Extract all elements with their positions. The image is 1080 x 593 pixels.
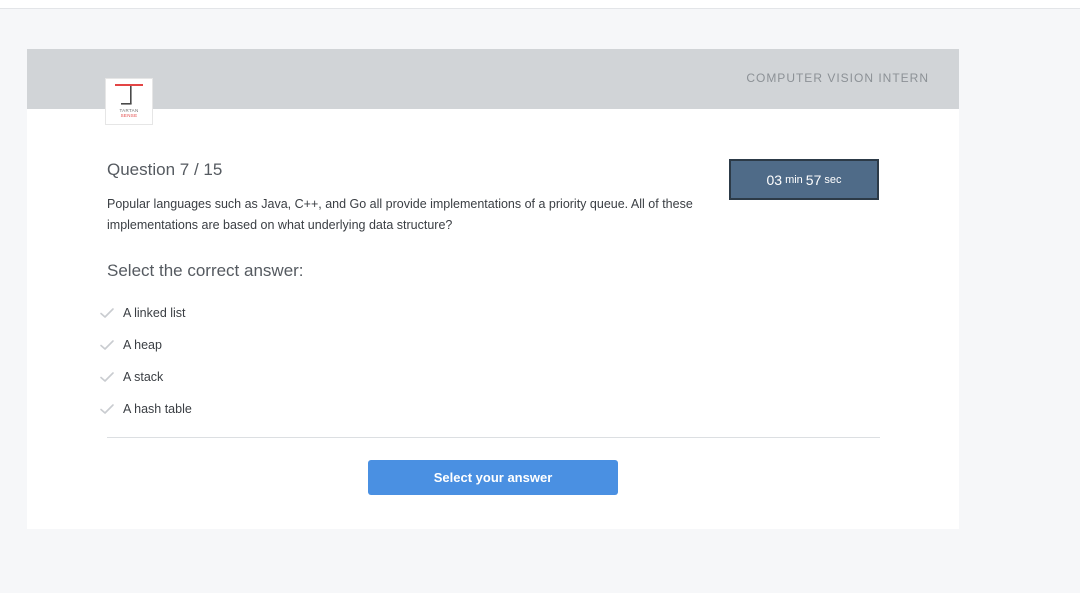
check-icon: [100, 308, 114, 318]
check-icon: [100, 372, 114, 382]
option-heap[interactable]: A heap: [99, 329, 192, 361]
answer-instruction: Select the correct answer:: [107, 261, 304, 280]
countdown-timer: 03 min 57 sec: [729, 159, 879, 200]
answer-options: A linked list A heap A stack A hash tabl…: [99, 297, 192, 425]
divider: [107, 437, 880, 438]
tartan-sense-logo: TARTAN SENSE: [106, 79, 152, 124]
timer-seconds: 57: [805, 171, 822, 188]
option-label: A heap: [123, 338, 162, 352]
logo-text-sense: SENSE: [120, 113, 138, 118]
option-hash-table[interactable]: A hash table: [99, 393, 192, 425]
logo-mark-icon: [115, 84, 143, 105]
browser-top-bar: [0, 0, 1080, 9]
option-stack[interactable]: A stack: [99, 361, 192, 393]
option-label: A stack: [123, 370, 164, 384]
card-header: COMPUTER VISION INTERN: [27, 49, 959, 109]
timer-sec-unit: sec: [824, 173, 842, 186]
question-card: COMPUTER VISION INTERN TARTAN SENSE Ques…: [27, 49, 959, 529]
question-title: Question 7 / 15: [107, 160, 223, 179]
timer-minutes: 03: [766, 171, 783, 188]
select-answer-button[interactable]: Select your answer: [368, 460, 618, 495]
question-text: Popular languages such as Java, C++, and…: [107, 197, 693, 232]
option-label: A linked list: [123, 306, 186, 320]
timer-min-unit: min: [785, 173, 803, 186]
option-label: A hash table: [123, 402, 192, 416]
option-linked-list[interactable]: A linked list: [99, 297, 192, 329]
check-icon: [100, 340, 114, 350]
role-title: COMPUTER VISION INTERN: [746, 71, 929, 85]
check-icon: [100, 404, 114, 414]
